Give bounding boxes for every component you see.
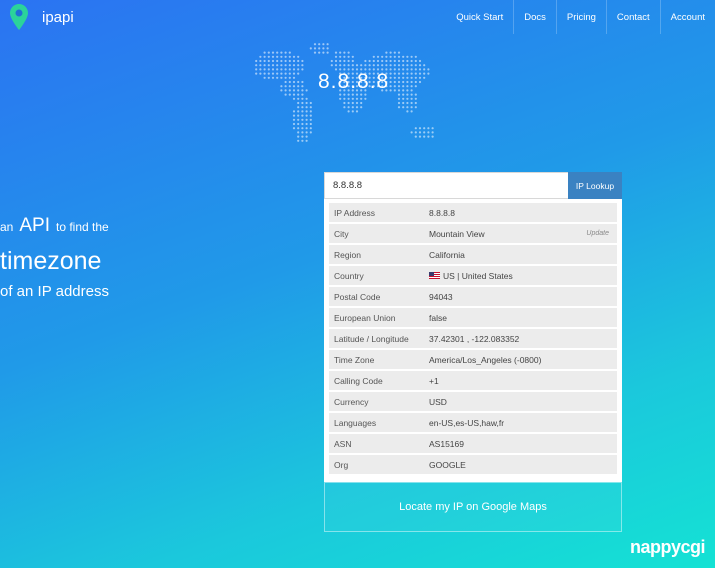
result-key: Currency — [334, 396, 369, 407]
nav-account[interactable]: Account — [659, 0, 715, 34]
result-row-currency: Currency USD — [329, 392, 617, 411]
ip-lookup-button[interactable]: IP Lookup — [568, 172, 622, 199]
result-row-country: Country US | United States — [329, 266, 617, 285]
result-key: Postal Code — [334, 291, 381, 302]
result-row-lat-long: Latitude / Longitude 37.42301 , -122.083… — [329, 329, 617, 348]
result-value: America/Los_Angeles (-0800) — [429, 354, 542, 365]
result-value: USD — [429, 396, 447, 407]
result-key: Time Zone — [334, 354, 375, 365]
nav-quick-start[interactable]: Quick Start — [446, 0, 513, 34]
result-key: City — [334, 228, 349, 239]
result-row-languages: Languages en-US,es-US,haw,fr — [329, 413, 617, 432]
results-panel: IP Address 8.8.8.8 City Mountain View Up… — [324, 199, 622, 482]
map-pin-icon — [10, 4, 28, 30]
tagline-suffix: to find the — [55, 220, 109, 234]
tagline-api: API — [19, 215, 50, 236]
tagline-line-3: of an IP address — [0, 283, 109, 300]
result-row-org: Org GOOGLE — [329, 455, 617, 474]
watermark-text: nappycgi — [629, 537, 706, 557]
result-row-time-zone: Time Zone America/Los_Angeles (-0800) — [329, 350, 617, 369]
result-row-region: Region California — [329, 245, 617, 264]
result-value: California — [429, 249, 465, 260]
result-value: GOOGLE — [429, 459, 466, 470]
nav-docs[interactable]: Docs — [513, 0, 556, 34]
result-value: 37.42301 , -122.083352 — [429, 333, 520, 344]
ip-search-bar: IP Lookup — [324, 172, 622, 199]
result-value: en-US,es-US,haw,fr — [429, 417, 505, 428]
update-link[interactable]: Update — [586, 230, 609, 237]
nav-pricing[interactable]: Pricing — [555, 0, 606, 34]
result-value: US | United States — [443, 270, 513, 281]
result-key: Org — [334, 459, 349, 470]
result-row-european-union: European Union false — [329, 308, 617, 327]
result-value: AS15169 — [429, 438, 464, 449]
top-nav: Quick Start Docs Pricing Contact Account — [446, 0, 715, 34]
result-key: Calling Code — [334, 375, 383, 386]
tagline-line-1: an API to find the — [0, 216, 109, 235]
result-value: false — [429, 312, 447, 323]
locate-on-google-maps-button[interactable]: Locate my IP on Google Maps — [324, 482, 622, 532]
tagline-prefix: an — [0, 220, 14, 234]
result-row-city: City Mountain View Update — [329, 224, 617, 243]
result-row-postal-code: Postal Code 94043 — [329, 287, 617, 306]
us-flag-icon — [429, 272, 440, 279]
result-value: 8.8.8.8 — [429, 207, 455, 218]
result-row-ip-address: IP Address 8.8.8.8 — [329, 203, 617, 222]
brand-logo[interactable]: ipapi — [10, 4, 74, 30]
result-key: IP Address — [334, 207, 375, 218]
result-value: +1 — [429, 375, 439, 386]
result-key: Country — [334, 270, 364, 281]
result-value-wrap: US | United States — [429, 271, 617, 281]
ip-search-input[interactable] — [324, 172, 568, 199]
result-key: Region — [334, 249, 361, 260]
watermark-logo: nappycgi — [629, 537, 706, 558]
result-row-calling-code: Calling Code +1 — [329, 371, 617, 390]
hero-ip-display: 8.8.8.8 — [318, 70, 390, 93]
tagline: an API to find the timezone of an IP add… — [0, 210, 109, 299]
world-map-illustration — [255, 43, 434, 142]
result-key: ASN — [334, 438, 352, 449]
result-value: 94043 — [429, 291, 453, 302]
nav-contact[interactable]: Contact — [605, 0, 660, 34]
result-key: Latitude / Longitude — [334, 333, 409, 344]
brand-name: ipapi — [42, 8, 74, 26]
tagline-timezone: timezone — [0, 247, 102, 275]
result-key: Languages — [334, 417, 377, 428]
result-row-asn: ASN AS15169 — [329, 434, 617, 453]
result-key: European Union — [334, 312, 396, 323]
